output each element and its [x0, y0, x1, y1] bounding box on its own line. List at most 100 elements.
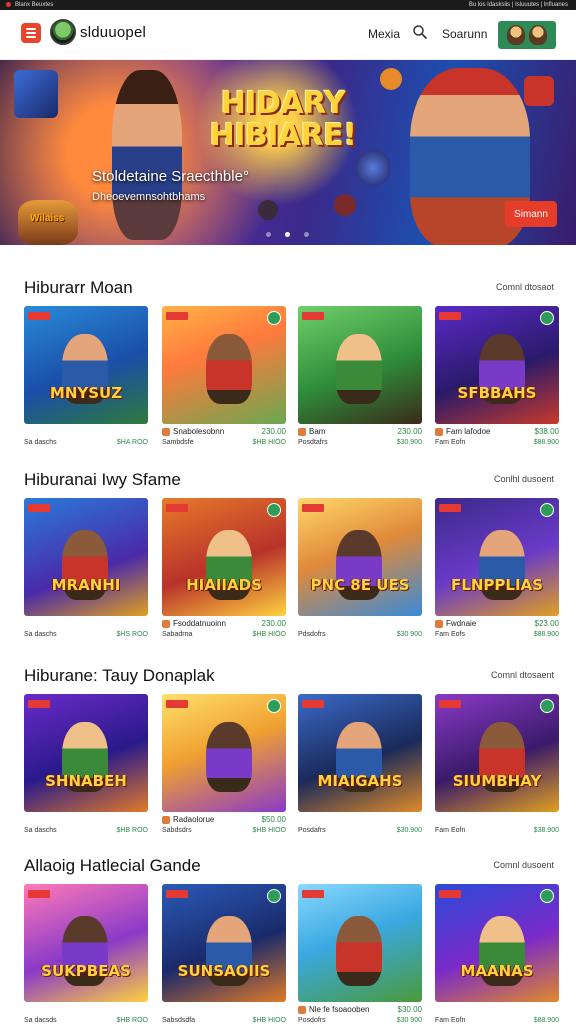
game-thumbnail[interactable]: SHNABEH [24, 694, 148, 812]
game-character-art [336, 334, 382, 404]
favorite-icon[interactable] [267, 699, 281, 713]
game-name[interactable]: Fwdnaie [435, 619, 476, 628]
game-name-text: Fam lafodoe [446, 427, 491, 436]
game-card[interactable]: PNC 8E UES Pdsdofrs $30 900 [298, 498, 422, 646]
game-info: Fsoddatnuoinn 230.00 Sabadrna $HB HIOO [162, 616, 286, 646]
game-app-icon [162, 815, 170, 824]
section-see-all-link[interactable]: Comnl dusoent [493, 860, 554, 870]
game-card[interactable]: HIAIIADS Fsoddatnuoinn 230.00 Sabadrna $HB H… [162, 498, 286, 646]
game-thumbnail[interactable] [298, 306, 422, 424]
game-thumbnail[interactable] [298, 884, 422, 1002]
nav-link-mexia[interactable]: Mexia [368, 27, 400, 41]
game-character-art [206, 722, 252, 792]
section-see-all-link[interactable]: Conlhl dusoent [494, 474, 554, 484]
game-price: $HB HIOO [252, 631, 286, 638]
brand-name[interactable]: slduuopel [80, 24, 146, 41]
new-badge [302, 504, 324, 512]
new-badge [439, 312, 461, 320]
game-thumbnail[interactable]: SIUMBHAY [435, 694, 559, 812]
game-name[interactable]: Fam lafodoe [435, 427, 490, 436]
hamburger-menu-button[interactable] [21, 23, 41, 43]
new-badge [439, 504, 461, 512]
status-bar: Blanx Beuxtes Bu los Idaskslis | Isluuut… [0, 0, 576, 10]
game-card[interactable]: MRANHI Sa daschs $HS ROO [24, 498, 148, 646]
game-info: Fam Eofn $88.900 [435, 1002, 559, 1024]
carousel-dot-active[interactable] [285, 232, 290, 237]
hero-character-left [112, 70, 182, 240]
game-thumbnail[interactable] [162, 306, 286, 424]
game-thumbnail[interactable]: SFBBAHS [435, 306, 559, 424]
brand-logo-icon[interactable] [50, 19, 76, 45]
game-thumbnail[interactable]: SUNSAOIIS [162, 884, 286, 1002]
section-see-all-link[interactable]: Comnl dtosaot [496, 282, 554, 292]
favorite-icon[interactable] [540, 503, 554, 517]
game-name-text: Nle fe fsoaooben [309, 1005, 370, 1014]
game-thumbnail[interactable]: FLNPPLIAS [435, 498, 559, 616]
game-value: $50.00 [261, 815, 286, 824]
game-info: Sa dacsds $HB ROO [24, 1002, 148, 1024]
new-badge [302, 890, 324, 898]
hero-small-logo: Wilaiss [30, 213, 65, 224]
game-thumbnail[interactable] [162, 694, 286, 812]
game-info: Sa daschs $HB ROO [24, 812, 148, 842]
game-price: $88.900 [533, 631, 559, 638]
user-avatars-button[interactable] [498, 21, 556, 49]
game-art-title: MRANHI [51, 576, 121, 594]
game-value: $38.00 [534, 427, 559, 436]
game-card[interactable]: FLNPPLIAS Fwdnaie $23.00 Fam Eofs $88.900 [435, 498, 559, 646]
favorite-icon[interactable] [267, 889, 281, 903]
favorite-icon[interactable] [540, 889, 554, 903]
game-info: Sabsdsdfa $HB HIOO [162, 1002, 286, 1024]
game-card[interactable]: SUKPBEAS Sa dacsds $HB ROO [24, 884, 148, 1024]
game-name[interactable]: Bam [298, 427, 325, 436]
game-thumbnail[interactable]: MNYSUZ [24, 306, 148, 424]
game-card[interactable]: MIAIGAHS Posdafrs $30.900 [298, 694, 422, 842]
game-card[interactable]: SIUMBHAY Fam Eofn $38.900 [435, 694, 559, 842]
search-icon[interactable] [412, 24, 428, 40]
section-see-all-link[interactable]: Comnl dtosaent [491, 670, 554, 680]
game-card-row: MRANHI Sa daschs $HS ROO HIAIIADS Fsoddatnuo… [24, 498, 559, 658]
hero-banner[interactable]: HIDARY HIBIARE! Stoldetaine Sraecthble° … [0, 60, 576, 245]
game-name[interactable]: Fsoddatnuoinn [162, 619, 226, 628]
game-card[interactable]: Nle fe fsoaooben $30.00 Posdofrs $30 900 [298, 884, 422, 1024]
game-subtitle: Sa daschs [24, 827, 57, 834]
favorite-icon[interactable] [267, 503, 281, 517]
game-info: Fwdnaie $23.00 Fam Eofs $88.900 [435, 616, 559, 646]
game-card[interactable]: Snabolesobnn 230.00 Sambdsfe $HB HIOO [162, 306, 286, 454]
game-thumbnail[interactable]: SUKPBEAS [24, 884, 148, 1002]
game-app-icon [162, 427, 170, 436]
game-thumbnail[interactable]: MRANHI [24, 498, 148, 616]
game-name[interactable]: Radaolorue [162, 815, 214, 824]
game-thumbnail[interactable]: PNC 8E UES [298, 498, 422, 616]
new-badge [439, 700, 461, 708]
game-card[interactable]: MNYSUZ Sa daschs $HA ROO [24, 306, 148, 454]
game-card-row: SUKPBEAS Sa dacsds $HB ROO SUNSAOIIS Sabsdsd… [24, 884, 559, 1024]
game-card[interactable]: Bam 230.00 Posdtafrs $30.900 [298, 306, 422, 454]
hero-cta-button[interactable]: Simann [505, 201, 557, 227]
game-name[interactable]: Nle fe fsoaooben [298, 1005, 370, 1014]
game-name[interactable]: Snabolesobnn [162, 427, 224, 436]
game-card[interactable]: MAANAS Fam Eofn $88.900 [435, 884, 559, 1024]
section-title: Hiburarr Moan [24, 278, 133, 297]
game-subtitle: Pdsdofrs [298, 631, 326, 638]
favorite-icon[interactable] [267, 311, 281, 325]
game-thumbnail[interactable]: HIAIIADS [162, 498, 286, 616]
game-art-title: HIAIIADS [186, 576, 262, 594]
game-card[interactable]: SFBBAHS Fam lafodoe $38.00 Fam Eofn $88.900 [435, 306, 559, 454]
top-header: slduuopel Mexia Soarunn [0, 10, 576, 60]
game-thumbnail[interactable]: MAANAS [435, 884, 559, 1002]
carousel-dot[interactable] [304, 232, 309, 237]
game-card[interactable]: SUNSAOIIS Sabsdsdfa $HB HIOO [162, 884, 286, 1024]
favorite-icon[interactable] [540, 311, 554, 325]
game-price: $HB HIOO [252, 827, 286, 834]
game-thumbnail[interactable]: MIAIGAHS [298, 694, 422, 812]
game-value: 230.00 [261, 427, 286, 436]
game-card[interactable]: Radaolorue $50.00 Sabdsdrs $HB HIOO [162, 694, 286, 842]
carousel-dot[interactable] [266, 232, 271, 237]
game-card[interactable]: SHNABEH Sa daschs $HB ROO [24, 694, 148, 842]
game-art-title: SIUMBHAY [452, 772, 542, 790]
nav-link-soarunn[interactable]: Soarunn [442, 27, 487, 41]
game-art-title: SUNSAOIIS [177, 962, 271, 980]
game-info: Radaolorue $50.00 Sabdsdrs $HB HIOO [162, 812, 286, 842]
favorite-icon[interactable] [540, 699, 554, 713]
